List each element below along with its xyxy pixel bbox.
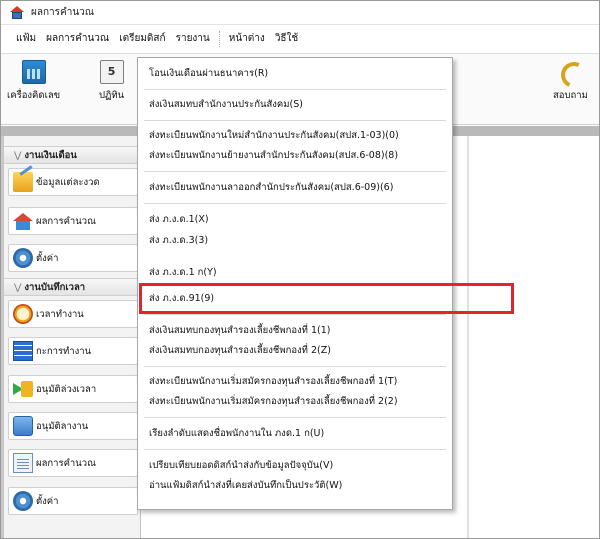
menu-item-sso-new-employee[interactable]: ส่งทะเบียนพนักงานใหม่สำนักงานประกันสังคม… [138,127,452,145]
chevron-collapse-icon: ⋁ [14,283,22,293]
calendar-label: ปฏิทิน [99,90,125,101]
menu-divider [144,417,446,418]
help-label: สอบถาม [553,90,588,101]
document-icon [13,453,33,473]
menu-prepare-disk[interactable]: เตรียมดิสก์ [114,29,170,49]
menu-window[interactable]: หน้าต่าง [224,29,270,49]
menu-item-bank-transfer[interactable]: โอนเงินเดือนผ่านธนาคาร(R) [138,65,452,83]
menu-item-compare-disk[interactable]: เปรียบเทียบยอดดิสก์นำส่งกับข้อมูลปัจจุบั… [138,457,452,475]
menu-item-social-security-contribution[interactable]: ส่งเงินสมทบสำนักงานประกันสังคม(S) [138,96,452,114]
menu-divider [144,89,446,90]
window-title: ผลการคำนวณ [31,7,95,18]
menu-reports[interactable]: รายงาน [171,29,215,49]
gear-icon [13,248,33,268]
nav-approve-overtime[interactable]: อนุมัติล่วงเวลา [8,375,138,403]
menu-divider [144,120,446,121]
menu-file[interactable]: แฟ้ม [11,29,41,49]
help-button[interactable]: สอบถาม [553,60,588,103]
menu-divider [144,171,446,172]
house-icon [13,211,33,231]
menu-results[interactable]: ผลการคำนวณ [41,29,114,49]
menu-divider [144,314,446,315]
menu-item-provident-register-2[interactable]: ส่งทะเบียนพนักงานเริ่มสมัครกองทุนสำรองเล… [138,393,452,411]
menu-item-sort-pnd1k-names[interactable]: เรียงลำดับแสดงชื่อพนักงานใน ภงด.1 ก(U) [138,425,452,443]
nav-approve-overtime-label: อนุมัติล่วงเวลา [36,383,97,395]
nav-time-settings[interactable]: ตั้งค่า [8,487,138,515]
left-navigation-panel: ⋁ งานเงินเดือน ข้อมูลแต่ละงวด ผลการคำนวณ … [1,136,141,538]
menu-divider [144,366,446,367]
workspace-divider [467,136,469,538]
inbox-icon [13,416,33,436]
nav-period-data[interactable]: ข้อมูลแต่ละงวด [8,168,138,196]
nav-work-time[interactable]: เวลาทำงาน [8,300,138,328]
alarm-clock-icon [13,304,33,324]
house-app-icon [9,5,25,20]
section-time[interactable]: ⋁ งานบันทึกเวลา [4,278,141,296]
menu-item-provident-fund-1[interactable]: ส่งเงินสมทบกองทุนสำรองเลี้ยงชีพกองที่ 1(… [138,322,452,340]
phone-icon [558,60,582,84]
gear-icon [13,491,33,511]
menu-item-sso-resigned-employee[interactable]: ส่งทะเบียนพนักงานลาออกสำนักประกันสังคม(ส… [138,179,452,197]
menu-divider [144,203,446,204]
highlight-box-pnd91 [139,283,514,314]
nav-payroll-settings-label: ตั้งค่า [36,252,59,264]
nav-approve-leave[interactable]: อนุมัติลางาน [8,412,138,440]
menu-item-pnd1[interactable]: ส่ง ภ.ง.ด.1(X) [138,211,452,229]
calculator-button[interactable]: เครื่องคิดเลข [7,60,60,103]
nav-time-results-label: ผลการคำนวณ [36,457,96,469]
nav-time-results[interactable]: ผลการคำนวณ [8,449,138,477]
section-payroll[interactable]: ⋁ งานเงินเดือน [4,146,141,164]
approve-arrow-icon [13,379,33,399]
menu-bar: แฟ้ม ผลการคำนวณ เตรียมดิสก์ รายงาน หน้าต… [1,27,599,51]
nav-approve-leave-label: อนุมัติลางาน [36,420,89,432]
section-time-label: งานบันทึกเวลา [24,282,86,293]
menu-item-pnd1k[interactable]: ส่ง ภ.ง.ด.1 ก(Y) [138,264,452,282]
menu-item-provident-fund-2[interactable]: ส่งเงินสมทบกองทุนสำรองเลี้ยงชีพกองที่ 2(… [138,342,452,360]
table-icon [13,341,33,361]
menu-divider [144,449,446,450]
app-window: ผลการคำนวณ แฟ้ม ผลการคำนวณ เตรียมดิสก์ ร… [0,0,600,539]
nav-work-time-label: เวลาทำงาน [36,308,84,320]
folder-pencil-icon [13,172,33,192]
menu-item-pnd3[interactable]: ส่ง ภ.ง.ด.3(3) [138,232,452,250]
nav-shifts-label: กะการทำงาน [36,345,92,357]
nav-payroll-results[interactable]: ผลการคำนวณ [8,207,138,235]
calendar-icon: 5 [99,60,124,84]
nav-payroll-results-label: ผลการคำนวณ [36,215,96,227]
calculator-label: เครื่องคิดเลข [7,90,61,101]
menu-help[interactable]: วิธีใช้ [270,29,303,49]
title-bar: ผลการคำนวณ [1,1,599,25]
nav-period-data-label: ข้อมูลแต่ละงวด [36,176,100,188]
menu-item-provident-register-1[interactable]: ส่งทะเบียนพนักงานเริ่มสมัครกองทุนสำรองเล… [138,373,452,391]
nav-time-settings-label: ตั้งค่า [36,495,59,507]
section-payroll-label: งานเงินเดือน [24,150,77,161]
menu-separator [218,31,220,47]
nav-payroll-settings[interactable]: ตั้งค่า [8,244,138,272]
calculator-icon [21,60,46,84]
nav-shifts[interactable]: กะการทำงาน [8,337,138,365]
menu-item-sso-transfer-employee[interactable]: ส่งทะเบียนพนักงานย้ายงานสำนักประกันสังคม… [138,147,452,165]
calendar-button[interactable]: 5 ปฏิทิน [99,60,124,103]
chevron-collapse-icon: ⋁ [14,151,22,161]
menu-item-read-history-disk[interactable]: อ่านแฟ้มดิสก์นำส่งที่เคยส่งบันทึกเป็นประ… [138,477,452,495]
